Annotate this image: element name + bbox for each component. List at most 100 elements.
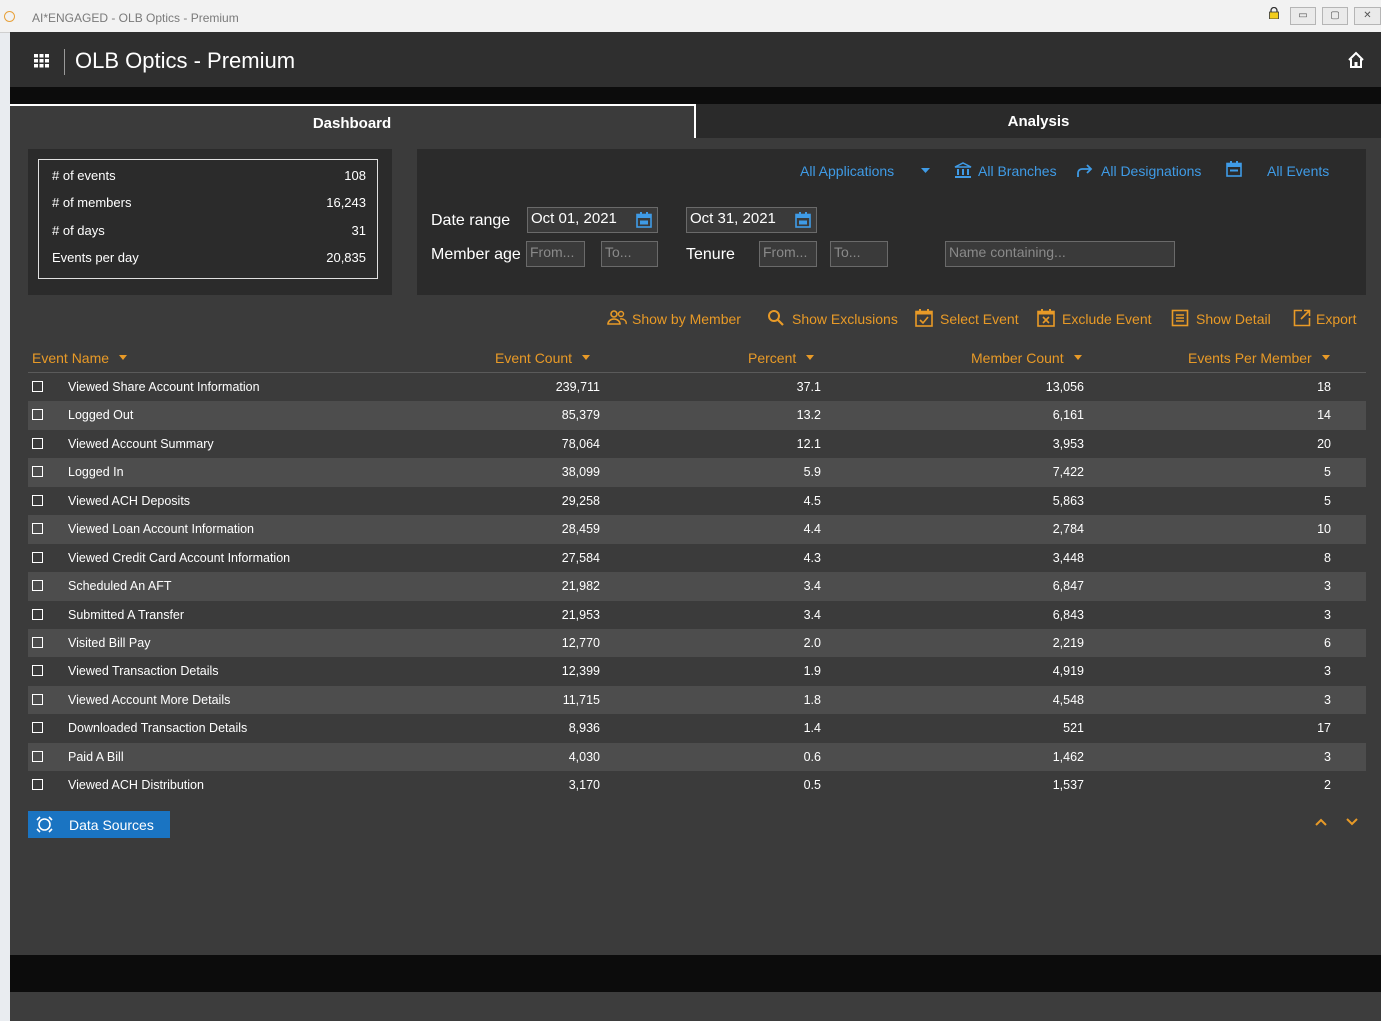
tenure-from-input[interactable]: From... <box>759 241 817 267</box>
designations-filter[interactable]: All Designations <box>1101 163 1201 179</box>
row-checkbox[interactable] <box>32 523 43 535</box>
table-row[interactable]: Logged Out 85,379 13.2 6,161 14 <box>28 401 1366 430</box>
table-row[interactable]: Viewed Account Summary 78,064 12.1 3,953 20 <box>28 430 1366 458</box>
minimize-button[interactable]: ▭ <box>1290 7 1316 25</box>
member-count-cell: 7,422 <box>1052 465 1084 480</box>
export-label: Export <box>1316 311 1357 327</box>
table-row[interactable]: Downloaded Transaction Details 8,936 1.4 52… <box>28 714 1366 742</box>
chevron-down-icon[interactable] <box>921 168 930 174</box>
calendar-icon[interactable] <box>1226 161 1242 177</box>
event-count-cell: 38,099 <box>561 465 600 480</box>
users-icon <box>607 310 627 325</box>
row-checkbox[interactable] <box>32 409 43 421</box>
events-filter[interactable]: All Events <box>1267 163 1329 179</box>
chevron-down-icon[interactable] <box>1346 818 1358 826</box>
table-row[interactable]: Viewed Credit Card Account Information 27… <box>28 544 1366 572</box>
row-checkbox[interactable] <box>32 779 43 791</box>
row-checkbox[interactable] <box>32 608 43 620</box>
share-arrow-icon[interactable] <box>1076 164 1094 178</box>
events-per-member-cell: 6 <box>1324 635 1331 650</box>
sort-caret-icon <box>806 354 815 360</box>
footer-area <box>10 992 1381 1021</box>
event-name-cell: Logged Out <box>68 408 134 423</box>
events-per-member-cell: 3 <box>1324 579 1331 594</box>
row-checkbox[interactable] <box>32 693 43 705</box>
table-row[interactable]: Viewed ACH Deposits 29,258 4.5 5,863 5 <box>28 487 1366 515</box>
tab-dashboard[interactable]: Dashboard <box>10 104 696 138</box>
event-name-cell: Downloaded Transaction Details <box>68 721 248 736</box>
age-to-input[interactable]: To... <box>601 241 658 267</box>
table-row[interactable]: Viewed Loan Account Information 28,459 4.4… <box>28 515 1366 544</box>
table-row[interactable]: Scheduled An AFT 21,982 3.4 6,847 3 <box>28 572 1366 601</box>
event-count-cell: 4,030 <box>568 749 600 764</box>
column-header-events-per-member[interactable]: Events Per Member <box>1188 350 1330 366</box>
table-row[interactable]: Submitted A Transfer 21,953 3.4 6,843 3 <box>28 601 1366 629</box>
app-grid-icon[interactable] <box>34 54 49 68</box>
table-row[interactable]: Viewed ACH Distribution 3,170 0.5 1,537 2 <box>28 771 1366 799</box>
search-icon <box>768 310 784 326</box>
event-name-cell: Viewed Credit Card Account Information <box>68 550 291 565</box>
row-checkbox[interactable] <box>32 580 43 592</box>
calendar-icon[interactable] <box>636 212 652 228</box>
exclude-event-label: Exclude Event <box>1062 311 1152 327</box>
row-checkbox[interactable] <box>32 437 43 449</box>
age-from-input[interactable]: From... <box>526 241 585 267</box>
event-name-cell: Paid A Bill <box>68 749 124 764</box>
home-icon[interactable] <box>1347 51 1365 69</box>
column-label: Percent <box>748 350 797 366</box>
table-row[interactable]: Paid A Bill 4,030 0.6 1,462 3 <box>28 742 1366 772</box>
row-checkbox[interactable] <box>32 494 43 506</box>
table-row[interactable]: Viewed Share Account Information 239,711 3… <box>28 373 1366 401</box>
close-button[interactable]: ✕ <box>1354 7 1381 25</box>
row-checkbox[interactable] <box>32 750 43 762</box>
branches-filter[interactable]: All Branches <box>978 163 1057 179</box>
table-row[interactable]: Viewed Transaction Details 12,399 1.9 4,919… <box>28 657 1366 685</box>
events-table-header: Event Name Event Count Percent Member Co… <box>28 348 1366 373</box>
table-row[interactable]: Visited Bill Pay 12,770 2.0 2,219 6 <box>28 628 1366 658</box>
column-label: Member Count <box>971 350 1064 366</box>
row-checkbox[interactable] <box>32 636 43 648</box>
row-checkbox[interactable] <box>32 551 43 563</box>
events-per-member-cell: 14 <box>1317 408 1331 423</box>
percent-cell: 1.4 <box>803 721 821 736</box>
lock-icon[interactable] <box>1268 7 1280 19</box>
header-divider <box>64 49 65 75</box>
row-checkbox[interactable] <box>32 466 43 478</box>
show-detail-label: Show Detail <box>1196 311 1271 327</box>
percent-cell: 4.4 <box>803 522 821 537</box>
event-count-cell: 28,459 <box>561 522 600 537</box>
events-per-member-cell: 3 <box>1324 692 1331 707</box>
data-sources-button[interactable]: Data Sources <box>28 811 170 838</box>
name-search-input[interactable]: Name containing... <box>945 241 1175 267</box>
chevron-up-icon[interactable] <box>1315 818 1327 826</box>
tab-analysis[interactable]: Analysis <box>696 104 1381 138</box>
row-checkbox[interactable] <box>32 665 43 677</box>
events-per-member-cell: 8 <box>1324 550 1331 565</box>
stat-value: 20,835 <box>326 250 366 265</box>
events-per-member-cell: 5 <box>1324 493 1331 508</box>
tenure-to-input[interactable]: To... <box>830 241 888 267</box>
calendar-icon[interactable] <box>795 212 811 228</box>
column-header-event-count[interactable]: Event Count <box>495 350 591 366</box>
row-checkbox[interactable] <box>32 381 43 392</box>
percent-cell: 0.6 <box>803 749 821 764</box>
age-from-placeholder: From... <box>530 244 575 260</box>
applications-filter[interactable]: All Applications <box>800 163 894 179</box>
bank-icon[interactable] <box>954 162 972 179</box>
data-sources-label: Data Sources <box>69 817 154 833</box>
column-header-member-count[interactable]: Member Count <box>971 350 1082 366</box>
table-row[interactable]: Viewed Account More Details 11,715 1.8 4,54… <box>28 685 1366 715</box>
table-row[interactable]: Logged In 38,099 5.9 7,422 5 <box>28 458 1366 487</box>
maximize-button[interactable]: ▢ <box>1322 7 1348 25</box>
column-header-percent[interactable]: Percent <box>748 350 815 366</box>
stats-box: # of events 108 # of members 16,243 # of… <box>38 159 378 279</box>
tenure-label: Tenure <box>686 246 735 263</box>
document-lines-icon <box>1171 309 1189 327</box>
percent-cell: 1.9 <box>803 664 821 679</box>
events-table-body: Viewed Share Account Information 239,711 3… <box>28 373 1366 800</box>
column-header-event-name[interactable]: Event Name <box>32 350 128 366</box>
row-checkbox[interactable] <box>32 722 43 734</box>
stat-value: 108 <box>344 168 366 183</box>
member-count-cell: 6,847 <box>1052 579 1084 594</box>
window-title: AI*ENGAGED - OLB Optics - Premium <box>32 11 239 25</box>
